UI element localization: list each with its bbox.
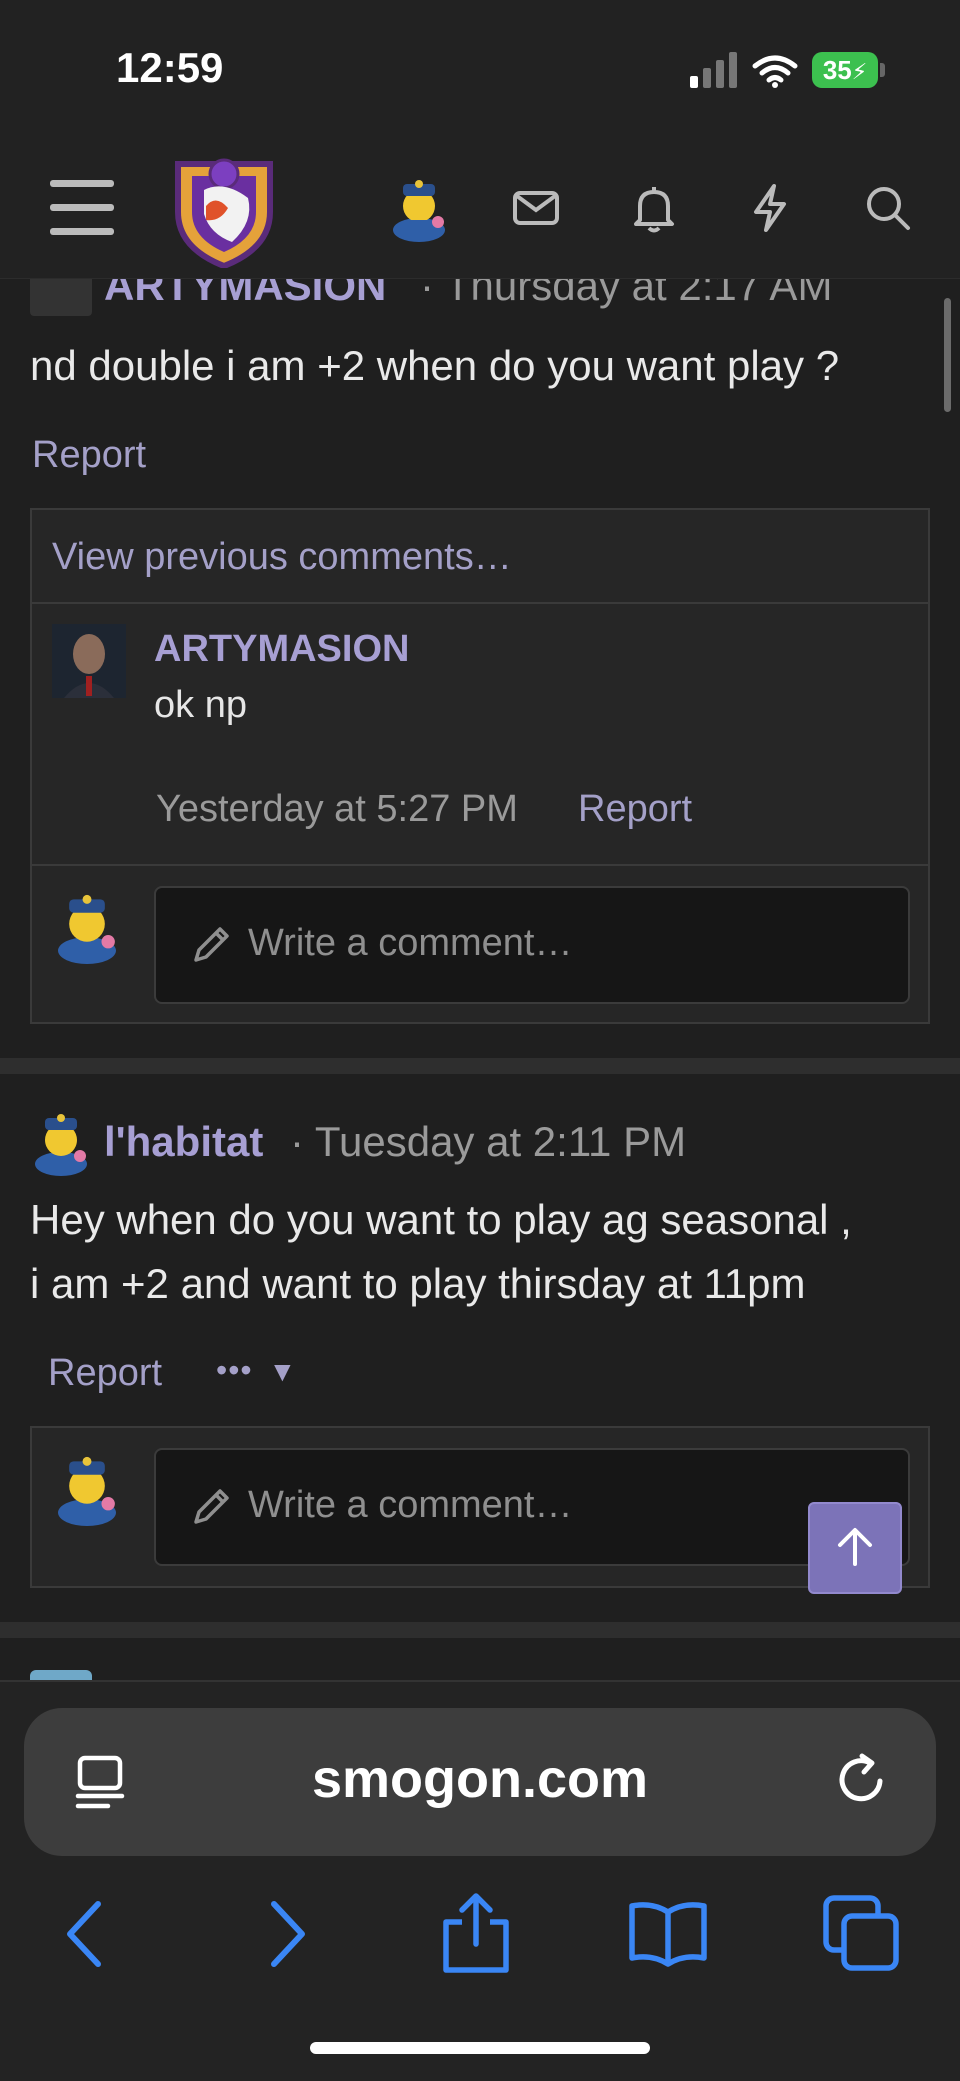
forward-icon[interactable]: [244, 1892, 328, 1976]
post2-body-line1: Hey when do you want to play ag seasonal…: [30, 1196, 852, 1243]
battery-level: 35: [822, 55, 852, 85]
post1-comments: View previous comments… ARTYMASION ok np…: [30, 508, 930, 1024]
url-text[interactable]: smogon.com: [24, 1748, 936, 1810]
forum-logo[interactable]: [170, 150, 278, 268]
comment-author[interactable]: ARTYMASION: [154, 628, 409, 671]
chevron-down-icon: ▼: [268, 1356, 298, 1387]
cellular-signal-icon: [690, 52, 738, 88]
write-comment-input[interactable]: Write a comment…: [154, 1448, 910, 1566]
post2-more-menu[interactable]: ••• ▼: [216, 1352, 297, 1389]
post-divider: [0, 1622, 960, 1638]
home-indicator: [310, 2042, 650, 2054]
post2-report-link[interactable]: Report: [48, 1352, 162, 1395]
status-bar: 12:59 35⚡: [0, 0, 960, 130]
comment-report-link[interactable]: Report: [578, 788, 692, 831]
share-icon[interactable]: [434, 1892, 518, 1976]
battery-nub: [880, 63, 885, 77]
search-icon[interactable]: [862, 182, 914, 234]
post-divider: [0, 1058, 960, 1074]
post2-avatar[interactable]: [26, 1106, 96, 1176]
battery-indicator: 35⚡: [812, 52, 878, 88]
write-comment-placeholder: Write a comment…: [248, 922, 573, 964]
my-avatar: [58, 1456, 116, 1526]
tabs-icon[interactable]: [820, 1892, 904, 1976]
scroll-to-top-button[interactable]: [808, 1502, 902, 1594]
divider: [32, 602, 928, 604]
write-comment-input[interactable]: Write a comment…: [154, 886, 910, 1004]
bell-icon[interactable]: [628, 182, 680, 234]
view-previous-comments[interactable]: View previous comments…: [52, 536, 512, 579]
post1-report-link[interactable]: Report: [32, 434, 146, 477]
menu-icon[interactable]: [50, 180, 114, 236]
user-avatar[interactable]: [384, 172, 454, 242]
comment-time[interactable]: Yesterday at 5:27 PM: [156, 788, 518, 831]
back-icon[interactable]: [44, 1892, 128, 1976]
mail-icon[interactable]: [510, 182, 562, 234]
comment-avatar[interactable]: [52, 624, 126, 698]
lightning-icon[interactable]: [744, 182, 796, 234]
address-bar[interactable]: smogon.com: [24, 1708, 936, 1856]
pencil-icon: [194, 927, 229, 962]
write-comment-placeholder: Write a comment…: [248, 1484, 573, 1526]
reload-icon[interactable]: [832, 1750, 894, 1812]
bookmarks-icon[interactable]: [626, 1892, 710, 1976]
pencil-icon: [194, 1489, 229, 1524]
post2-author[interactable]: l'habitat: [104, 1118, 263, 1166]
my-avatar: [58, 894, 116, 964]
more-dots: •••: [216, 1352, 253, 1388]
site-navbar: [0, 130, 960, 279]
wifi-icon: [752, 55, 798, 88]
post2-time[interactable]: · Tuesday at 2:11 PM: [290, 1118, 686, 1166]
status-time: 12:59: [116, 44, 224, 91]
post2-body-line2: i am +2 and want to play thirsday at 11p…: [30, 1260, 806, 1307]
post1-body: nd double i am +2 when do you want play …: [30, 342, 840, 389]
comment-text: ok np: [154, 684, 247, 726]
divider: [32, 864, 928, 866]
post2-comments: Write a comment…: [30, 1426, 930, 1588]
scroll-indicator: [944, 298, 951, 412]
arrow-up-icon: [838, 1528, 872, 1566]
browser-toolbar: smogon.com: [0, 1680, 960, 2081]
